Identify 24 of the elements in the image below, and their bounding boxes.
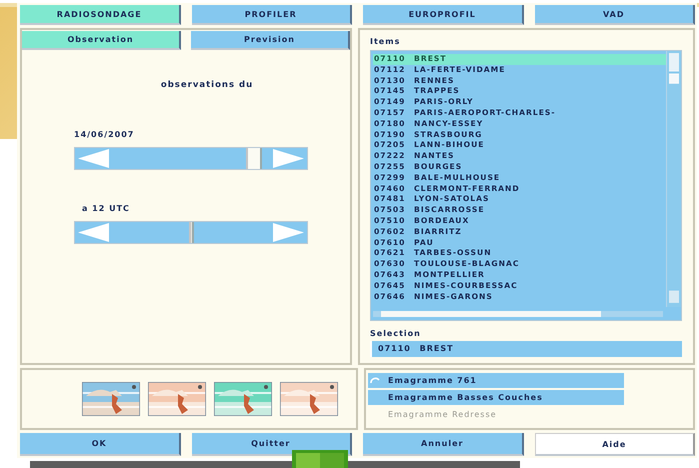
selection-field[interactable]: 07110 BREST <box>370 341 682 357</box>
date-label: 14/06/2007 <box>74 130 136 139</box>
tab[interactable]: Prevision <box>191 31 350 50</box>
list-label: Items <box>370 37 402 48</box>
tile-icon <box>292 450 348 468</box>
slider-thumb[interactable] <box>188 222 194 243</box>
button[interactable]: Quitter <box>192 433 352 456</box>
time-label: a 12 UTC <box>81 204 131 213</box>
heading-text: observations du <box>160 80 254 90</box>
radio-option[interactable]: Emagramme Basses Couches <box>368 390 624 405</box>
selection-label: Selection <box>370 329 422 338</box>
slider-thumb[interactable] <box>246 148 262 169</box>
time-slider[interactable] <box>74 221 308 244</box>
tab[interactable]: Observation <box>22 31 181 50</box>
button[interactable]: OK <box>20 433 180 456</box>
radio-option: Emagramme Redresse <box>368 407 624 422</box>
tab[interactable]: VAD <box>534 5 695 25</box>
date-slider[interactable] <box>74 147 308 170</box>
radio-option[interactable]: Emagramme 761 <box>368 373 624 388</box>
tab[interactable]: PROFILER <box>192 5 352 25</box>
tab[interactable]: EUROPROFIL <box>363 5 524 25</box>
tab[interactable]: RADIOSONDAGE <box>20 5 180 25</box>
button[interactable]: Aide <box>534 433 695 456</box>
button[interactable]: Annuler <box>363 433 524 456</box>
